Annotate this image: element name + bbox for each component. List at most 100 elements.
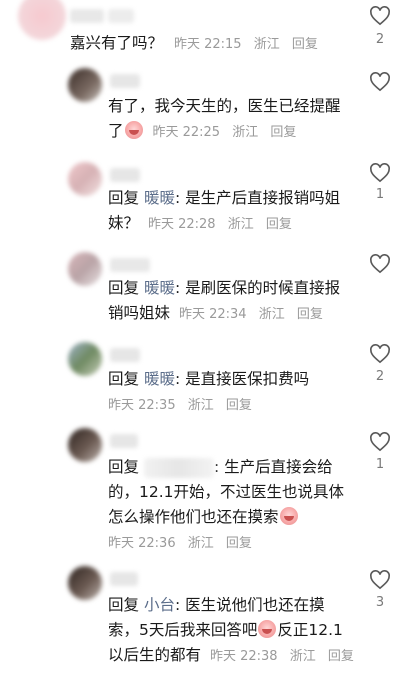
username-blurred[interactable] xyxy=(70,9,104,23)
reply-button[interactable]: 回复 xyxy=(270,125,296,140)
username-blurred[interactable] xyxy=(110,434,138,448)
comment-meta: 昨天 22:36 浙江 回复 xyxy=(108,534,252,554)
comment-meta: 昨天 22:15 浙江 回复 xyxy=(174,37,318,52)
comment-meta: 昨天 22:38 浙江 回复 xyxy=(210,649,354,664)
heart-outline-icon[interactable] xyxy=(369,6,391,26)
reply-prefix: 回复 xyxy=(108,279,140,297)
avatar[interactable] xyxy=(68,68,102,102)
comment-meta: 昨天 22:25 浙江 回复 xyxy=(152,125,296,140)
comment-text: 回复 : 生产后直接会给 的，12.1开始，不过医生也说具体 怎么操作他们也还在… xyxy=(108,455,378,530)
timestamp: 昨天 22:36 xyxy=(108,536,176,551)
mention-link[interactable]: 暖暖 xyxy=(144,279,175,297)
comment-2: 有了，我今天生的，医生已经提醒 了 昨天 22:25 浙江 回复 xyxy=(0,62,413,154)
comment-text: 嘉兴有了吗？ 昨天 22:15 浙江 回复 xyxy=(70,31,380,57)
location: 浙江 xyxy=(187,398,214,413)
heart-outline-icon[interactable] xyxy=(369,432,391,452)
timestamp: 昨天 22:38 xyxy=(209,649,278,664)
username-blurred[interactable] xyxy=(110,572,138,586)
reply-button[interactable]: 回复 xyxy=(328,649,354,664)
timestamp: 昨天 22:34 xyxy=(178,307,247,322)
heart-outline-icon[interactable] xyxy=(369,163,391,183)
location: 浙江 xyxy=(227,217,254,232)
comment-meta: 昨天 22:34 浙江 回复 xyxy=(179,307,323,322)
timestamp: 昨天 22:25 xyxy=(152,125,221,140)
heart-outline-icon[interactable] xyxy=(369,254,391,274)
reply-prefix: 回复 xyxy=(108,458,140,476)
comment-body-cont: 了 xyxy=(108,122,124,140)
comment-text: 回复 暖暖: 是直接医保扣费吗 xyxy=(108,367,378,392)
comment-body: 回复 暖暖: 是直接医保扣费吗 xyxy=(108,367,378,392)
comment-text: 回复 小台: 医生说他们也还在摸 索，5天后我来回答吧 反正12.1 以后生的都有… xyxy=(108,593,378,669)
avatar[interactable] xyxy=(68,162,102,196)
timestamp: 昨天 22:28 xyxy=(147,217,216,232)
comment-body-line3: 以后生的都有 昨天 22:38 浙江 回复 xyxy=(108,643,378,669)
comment-body-line2: 妹？ 昨天 22:28 浙江 回复 xyxy=(108,211,378,237)
comment-text: 回复 暖暖: 是刷医保的时候直接报 销吗姐妹 昨天 22:34 浙江 回复 xyxy=(108,276,378,327)
comment-text: 有了，我今天生的，医生已经提醒 了 昨天 22:25 浙江 回复 xyxy=(108,94,378,145)
avatar[interactable] xyxy=(68,252,102,286)
crying-emoji-icon xyxy=(279,507,298,525)
comment-body-text: : 生产后直接会给 xyxy=(213,458,333,476)
comment-body-line3: 怎么操作他们也还在摸索 xyxy=(108,505,378,530)
username-blurred[interactable] xyxy=(110,348,140,362)
comment-body-line2: 销吗姐妹 昨天 22:34 浙江 回复 xyxy=(108,301,378,327)
username-blurred[interactable] xyxy=(110,168,140,182)
heart-outline-icon[interactable] xyxy=(369,72,391,92)
comment-body-line2: 索，5天后我来回答吧 反正12.1 xyxy=(108,618,378,643)
username-blurred[interactable] xyxy=(110,74,140,88)
mention-link[interactable]: 暖暖 xyxy=(144,370,175,388)
reply-prefix: 回复 xyxy=(108,189,140,207)
location: 浙江 xyxy=(187,536,214,551)
mention-blurred[interactable] xyxy=(143,457,214,478)
comment-body-cont: 销吗姐妹 xyxy=(108,304,171,322)
comment-body-line2: 的，12.1开始，不过医生也说具体 xyxy=(108,483,345,501)
heart-outline-icon[interactable] xyxy=(369,570,391,590)
like-count: 3 xyxy=(375,595,385,610)
timestamp: 昨天 22:35 xyxy=(108,398,176,413)
reply-button[interactable]: 回复 xyxy=(266,217,292,232)
comment-body-text: : 是直接医保扣费吗 xyxy=(174,370,310,388)
mention-link[interactable]: 小台 xyxy=(144,596,175,614)
comment-6: 回复 : 生产后直接会给 的，12.1开始，不过医生也说具体 怎么操作他们也还在… xyxy=(0,422,413,560)
avatar[interactable] xyxy=(68,342,102,376)
comment-body: 有了，我今天生的，医生已经提醒 xyxy=(108,97,341,115)
mention-link[interactable]: 暖暖 xyxy=(144,189,175,207)
comment-body: 回复 : 生产后直接会给 xyxy=(108,455,378,480)
reply-prefix: 回复 xyxy=(108,370,140,388)
reply-button[interactable]: 回复 xyxy=(226,536,252,551)
avatar[interactable] xyxy=(68,566,102,600)
crying-emoji-icon xyxy=(258,620,277,638)
like-count: 2 xyxy=(375,369,385,384)
comment-body: 嘉兴有了吗？ xyxy=(70,34,164,52)
location: 浙江 xyxy=(253,37,280,52)
avatar[interactable] xyxy=(18,0,66,40)
comment-body: 回复 暖暖: 是刷医保的时候直接报 xyxy=(108,276,378,301)
comment-body-cont: 以后生的都有 xyxy=(108,646,202,664)
comment-body-text: : 是刷医保的时候直接报 xyxy=(174,279,341,297)
location: 浙江 xyxy=(232,125,259,140)
comment-body-text: : 医生说他们也还在摸 xyxy=(174,596,325,614)
comment-4: 回复 暖暖: 是刷医保的时候直接报 销吗姐妹 昨天 22:34 浙江 回复 xyxy=(0,246,413,338)
reply-button[interactable]: 回复 xyxy=(226,398,252,413)
reply-button[interactable]: 回复 xyxy=(297,307,323,322)
comment-body-cont: 妹？ xyxy=(108,214,140,232)
like-count: 1 xyxy=(375,187,385,202)
comment-7: 回复 小台: 医生说他们也还在摸 索，5天后我来回答吧 反正12.1 以后生的都有… xyxy=(0,560,413,679)
like-count: 2 xyxy=(375,32,385,47)
like-count: 1 xyxy=(375,457,385,472)
comment-5: 回复 暖暖: 是直接医保扣费吗 昨天 22:35 浙江 回复 xyxy=(0,338,413,422)
reply-prefix: 回复 xyxy=(108,596,140,614)
comment-body-cont: 索，5天后我来回答吧 xyxy=(108,621,258,639)
reply-button[interactable]: 回复 xyxy=(292,37,318,52)
comment-body-cont: 怎么操作他们也还在摸索 xyxy=(108,508,279,526)
comment-body: 回复 小台: 医生说他们也还在摸 xyxy=(108,593,378,618)
comment-1: 嘉兴有了吗？ 昨天 22:15 浙江 回复 xyxy=(0,0,413,62)
avatar[interactable] xyxy=(68,428,102,462)
comment-meta: 昨天 22:35 浙江 回复 xyxy=(108,396,252,416)
comment-meta: 昨天 22:28 浙江 回复 xyxy=(148,217,292,232)
username-blurred[interactable] xyxy=(110,258,150,272)
username-blurred[interactable] xyxy=(108,9,134,23)
comment-text: 回复 暖暖: 是生产后直接报销吗姐 妹？ 昨天 22:28 浙江 回复 xyxy=(108,186,378,237)
heart-outline-icon[interactable] xyxy=(369,344,391,364)
location: 浙江 xyxy=(258,307,285,322)
